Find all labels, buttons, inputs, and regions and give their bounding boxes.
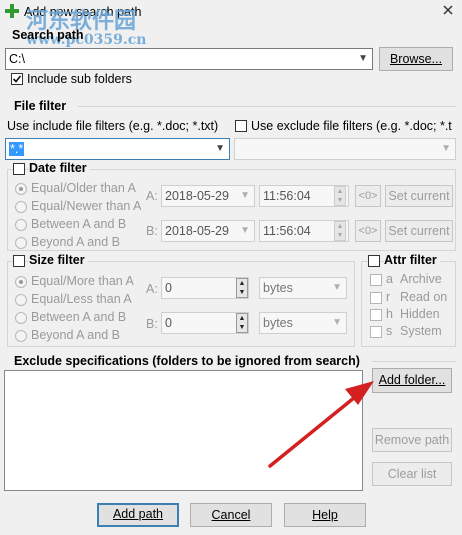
annotation-arrow [268,381,374,468]
help-button[interactable]: Help [284,503,366,527]
add-path-button[interactable]: Add path [97,503,179,527]
cancel-button[interactable]: Cancel [190,503,272,527]
